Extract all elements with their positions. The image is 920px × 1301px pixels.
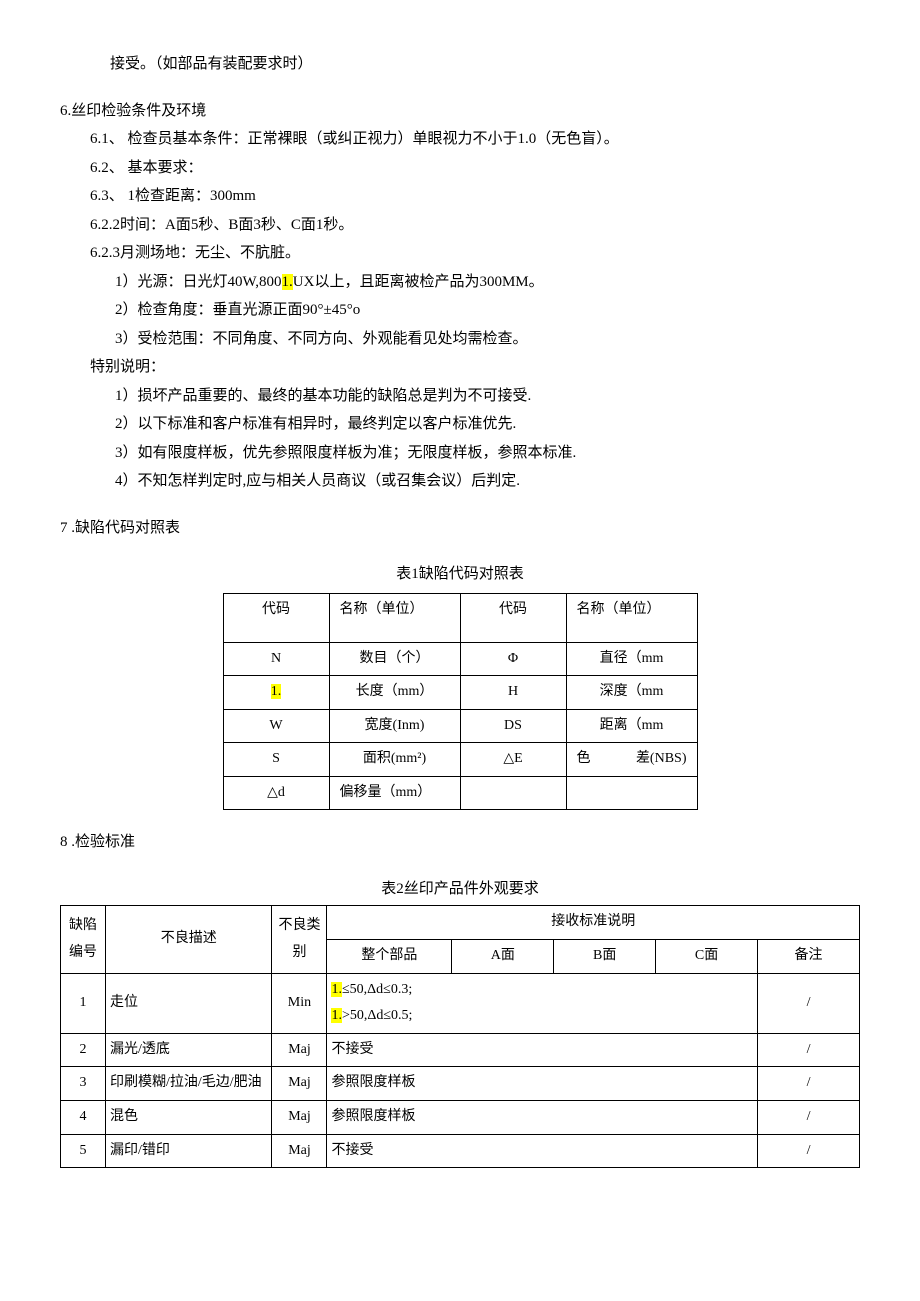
t2-h-c: C面	[656, 940, 758, 974]
s6-p6-b: UX以上，且距离被检产品为300MM。	[293, 274, 544, 290]
t2-r1-desc: 走位	[106, 973, 272, 1033]
t1-r0-c: Φ	[460, 642, 566, 676]
s6-p5: 6.2.3月测场地：无尘、不肮脏。	[60, 239, 860, 268]
s6-p8: 3）受检范围：不同角度、不同方向、外观能看见处均需检查。	[60, 325, 860, 354]
s6-sp3: 3）如有限度样板，优先参照限度样板为准；无限度样板，参照本标准.	[60, 439, 860, 468]
t1-r4-a: △d	[223, 776, 329, 810]
t1-r1-d: 深度（mm	[566, 676, 697, 710]
section-6-heading: 6.丝印检验条件及环境	[60, 97, 860, 126]
t2-h-a: A面	[452, 940, 554, 974]
highlight-inline: 1.	[331, 982, 342, 997]
s6-sp: 特别说明：	[60, 353, 860, 382]
t1-h-d: 名称（单位）	[566, 593, 697, 642]
t1-r1-a: 1.	[223, 676, 329, 710]
t2-r2-remark: /	[758, 1033, 860, 1067]
t2-r5-remark: /	[758, 1134, 860, 1168]
t2-r3-type: Maj	[272, 1067, 327, 1101]
inspection-standard-table: 缺陷编号 不良描述 不良类别 接收标准说明 整个部品 A面 B面 C面 备注 1…	[60, 905, 860, 1168]
t2-r3-remark: /	[758, 1067, 860, 1101]
t2-r2-desc: 漏光/透底	[106, 1033, 272, 1067]
t1-r3-c: △E	[460, 743, 566, 777]
t1-r3-b: 面积(mm²)	[329, 743, 460, 777]
t2-h-std: 接收标准说明	[327, 906, 860, 940]
t2-r4-part: 参照限度样板	[327, 1101, 758, 1135]
s6-sp4: 4）不知怎样判定时,应与相关人员商议（或召集会议）后判定.	[60, 467, 860, 496]
t1-h-a: 代码	[223, 593, 329, 642]
t2-h-remark: 备注	[758, 940, 860, 974]
t1-r3-a: S	[223, 743, 329, 777]
highlight-cell: 1.	[271, 684, 282, 699]
t1-r4-b: 偏移量（mm）	[329, 776, 460, 810]
t2-r1-remark: /	[758, 973, 860, 1033]
t1-h-c: 代码	[460, 593, 566, 642]
table2-caption: 表2丝印产品件外观要求	[60, 875, 860, 904]
t1-r1-c: H	[460, 676, 566, 710]
s6-sp2: 2）以下标准和客户标准有相异时，最终判定以客户标准优先.	[60, 410, 860, 439]
t1-r2-d: 距离（mm	[566, 709, 697, 743]
t1-r0-d: 直径（mm	[566, 642, 697, 676]
t1-r2-c: DS	[460, 709, 566, 743]
t1-h-b: 名称（单位）	[329, 593, 460, 642]
t1-r2-a: W	[223, 709, 329, 743]
t2-r5-no: 5	[61, 1134, 106, 1168]
t2-h-b: B面	[554, 940, 656, 974]
s6-p6-a: 1）光源：日光灯40W,800	[115, 274, 282, 290]
t2-h-type: 不良类别	[272, 906, 327, 973]
t2-r1-part-1: ≤50,Δd≤0.3;	[342, 982, 412, 997]
t1-r3-d-b: 差(NBS)	[636, 746, 687, 773]
t2-r5-part: 不接受	[327, 1134, 758, 1168]
t1-r4-d	[566, 776, 697, 810]
t2-r5-type: Maj	[272, 1134, 327, 1168]
s6-p6: 1）光源：日光灯40W,8001.UX以上，且距离被检产品为300MM。	[60, 268, 860, 297]
t2-r1-type: Min	[272, 973, 327, 1033]
t2-r5-desc: 漏印/错印	[106, 1134, 272, 1168]
t2-h-part: 整个部品	[327, 940, 452, 974]
t2-h-no: 缺陷编号	[61, 906, 106, 973]
s6-p1: 6.1、 检查员基本条件：正常裸眼（或纠正视力）单眼视力不小于1.0（无色盲）。	[60, 125, 860, 154]
t2-h-desc: 不良描述	[106, 906, 272, 973]
highlight-inline: 1.	[331, 1008, 342, 1023]
t1-r0-b: 数目（个）	[329, 642, 460, 676]
highlight-small: 1.	[282, 274, 293, 290]
section-7-heading: 7 .缺陷代码对照表	[60, 514, 860, 543]
section-8-heading: 8 .检验标准	[60, 828, 860, 857]
t2-r2-type: Maj	[272, 1033, 327, 1067]
t2-r4-type: Maj	[272, 1101, 327, 1135]
t2-r1-no: 1	[61, 973, 106, 1033]
t1-r2-b: 宽度(Inm)	[329, 709, 460, 743]
t2-r1-part-2: >50,Δd≤0.5;	[342, 1008, 412, 1023]
intro-line: 接受。（如部品有装配要求时）	[60, 50, 860, 79]
s6-sp1: 1）损坏产品重要的、最终的基本功能的缺陷总是判为不可接受.	[60, 382, 860, 411]
t1-r4-c	[460, 776, 566, 810]
t2-r3-no: 3	[61, 1067, 106, 1101]
t2-r4-desc: 混色	[106, 1101, 272, 1135]
s6-p7: 2）检查角度：垂直光源正面90°±45°o	[60, 296, 860, 325]
t1-r1-b: 长度（mm）	[329, 676, 460, 710]
t1-r3-d: 色 差(NBS)	[566, 743, 697, 777]
t2-r4-no: 4	[61, 1101, 106, 1135]
t1-r3-d-a: 色	[577, 746, 591, 773]
table1-caption: 表1缺陷代码对照表	[60, 560, 860, 589]
t2-r1-part: 1.≤50,Δd≤0.3; 1.>50,Δd≤0.5;	[327, 973, 758, 1033]
s6-p3: 6.3、 1检查距离：300mm	[60, 182, 860, 211]
t2-r3-part: 参照限度样板	[327, 1067, 758, 1101]
t2-r3-desc: 印刷模糊/拉油/毛边/肥油	[106, 1067, 272, 1101]
t1-r0-a: N	[223, 642, 329, 676]
s6-p2: 6.2、 基本要求：	[60, 154, 860, 183]
t2-r2-no: 2	[61, 1033, 106, 1067]
defect-code-table: 代码 名称（单位） 代码 名称（单位） N 数目（个） Φ 直径（mm 1. 长…	[223, 593, 698, 811]
s6-p4: 6.2.2时间：A面5秒、B面3秒、C面1秒。	[60, 211, 860, 240]
t2-r2-part: 不接受	[327, 1033, 758, 1067]
t2-r4-remark: /	[758, 1101, 860, 1135]
